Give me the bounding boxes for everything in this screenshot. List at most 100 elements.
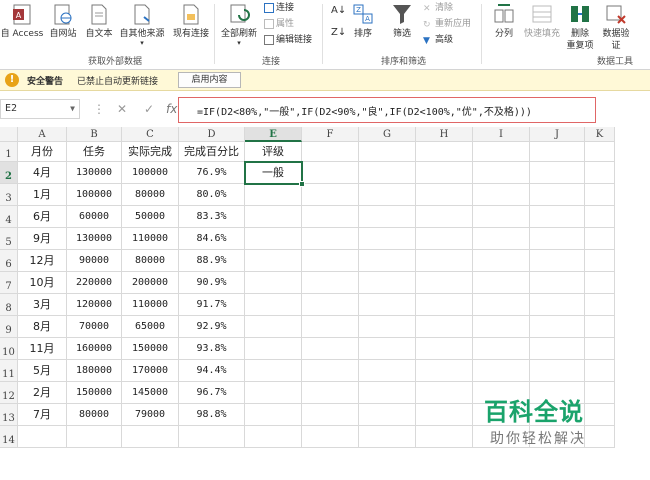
empty-cell[interactable] (359, 404, 416, 426)
row-header-3[interactable]: 3 (0, 184, 18, 206)
empty-cell[interactable] (359, 228, 416, 250)
column-header-d[interactable]: D (179, 127, 245, 142)
column-header-e[interactable]: E (245, 127, 302, 142)
empty-cell[interactable] (585, 294, 615, 316)
data-cell[interactable]: 80000 (67, 404, 122, 426)
header-cell[interactable]: 任务 (67, 142, 122, 162)
clear-button[interactable]: ✕ 清除 (423, 2, 453, 15)
column-header-i[interactable]: I (473, 127, 530, 142)
data-cell[interactable]: 150000 (67, 382, 122, 404)
data-cell[interactable]: 11月 (18, 338, 67, 360)
empty-cell[interactable] (585, 338, 615, 360)
column-header-k[interactable]: K (585, 127, 615, 142)
empty-cell[interactable] (473, 360, 530, 382)
empty-cell[interactable] (585, 426, 615, 448)
data-cell[interactable]: 110000 (122, 294, 179, 316)
data-cell[interactable] (245, 184, 302, 206)
data-cell[interactable]: 一般 (245, 162, 302, 184)
empty-cell[interactable] (530, 142, 585, 162)
column-header-b[interactable]: B (67, 127, 122, 142)
data-cell[interactable]: 80000 (122, 184, 179, 206)
text-to-columns-button[interactable]: 分列 (487, 2, 521, 40)
empty-cell[interactable] (585, 184, 615, 206)
empty-cell[interactable] (530, 360, 585, 382)
empty-cell[interactable] (473, 142, 530, 162)
refresh-all-button[interactable]: 全部刷新 ▾ (217, 2, 261, 47)
column-header-h[interactable]: H (416, 127, 473, 142)
column-header-g[interactable]: G (359, 127, 416, 142)
empty-cell[interactable] (416, 162, 473, 184)
data-cell[interactable]: 84.6% (179, 228, 245, 250)
data-cell[interactable]: 80000 (122, 250, 179, 272)
empty-cell[interactable] (302, 162, 359, 184)
empty-cell[interactable] (359, 162, 416, 184)
empty-cell[interactable] (18, 426, 67, 448)
empty-cell[interactable] (416, 272, 473, 294)
empty-cell[interactable] (245, 426, 302, 448)
empty-cell[interactable] (585, 142, 615, 162)
data-cell[interactable]: 4月 (18, 162, 67, 184)
data-cell[interactable]: 1月 (18, 184, 67, 206)
empty-cell[interactable] (359, 382, 416, 404)
column-header-a[interactable]: A (18, 127, 67, 142)
empty-cell[interactable] (302, 382, 359, 404)
data-cell[interactable]: 150000 (122, 338, 179, 360)
data-cell[interactable] (245, 316, 302, 338)
select-all-corner[interactable] (0, 127, 18, 142)
row-header-2[interactable]: 2 (0, 162, 18, 184)
data-cell[interactable]: 120000 (67, 294, 122, 316)
data-cell[interactable]: 200000 (122, 272, 179, 294)
edit-links-button[interactable]: 编辑链接 (264, 34, 312, 47)
data-cell[interactable]: 9月 (18, 228, 67, 250)
data-cell[interactable]: 130000 (67, 228, 122, 250)
empty-cell[interactable] (359, 206, 416, 228)
cancel-icon[interactable]: ✕ (117, 102, 127, 116)
empty-cell[interactable] (585, 228, 615, 250)
data-cell[interactable]: 12月 (18, 250, 67, 272)
data-cell[interactable]: 220000 (67, 272, 122, 294)
empty-cell[interactable] (302, 206, 359, 228)
empty-cell[interactable] (416, 426, 473, 448)
data-cell[interactable]: 76.9% (179, 162, 245, 184)
filter-button[interactable]: 筛选 (386, 2, 418, 40)
empty-cell[interactable] (416, 184, 473, 206)
empty-cell[interactable] (359, 250, 416, 272)
row-header-1[interactable]: 1 (0, 142, 18, 162)
data-cell[interactable]: 60000 (67, 206, 122, 228)
header-cell[interactable]: 月份 (18, 142, 67, 162)
empty-cell[interactable] (359, 184, 416, 206)
empty-cell[interactable] (416, 228, 473, 250)
data-cell[interactable] (245, 272, 302, 294)
row-header-12[interactable]: 12 (0, 382, 18, 404)
chevron-down-icon[interactable]: ▼ (70, 100, 75, 118)
data-cell[interactable]: 6月 (18, 206, 67, 228)
empty-cell[interactable] (530, 294, 585, 316)
data-cell[interactable]: 3月 (18, 294, 67, 316)
empty-cell[interactable] (359, 426, 416, 448)
header-cell[interactable]: 完成百分比 (179, 142, 245, 162)
insert-function-icon[interactable]: fx (166, 102, 177, 116)
empty-cell[interactable] (302, 142, 359, 162)
empty-cell[interactable] (302, 338, 359, 360)
data-cell[interactable]: 88.9% (179, 250, 245, 272)
data-cell[interactable]: 50000 (122, 206, 179, 228)
empty-cell[interactable] (473, 162, 530, 184)
empty-cell[interactable] (473, 206, 530, 228)
data-cell[interactable] (245, 228, 302, 250)
from-web-button[interactable]: 自网站 (46, 2, 80, 40)
empty-cell[interactable] (530, 316, 585, 338)
remove-duplicates-button[interactable]: 删除 重复项 (563, 2, 597, 52)
data-cell[interactable]: 8月 (18, 316, 67, 338)
data-cell[interactable]: 160000 (67, 338, 122, 360)
data-cell[interactable] (245, 382, 302, 404)
reapply-button[interactable]: ↻ 重新应用 (423, 18, 471, 31)
empty-cell[interactable] (530, 228, 585, 250)
data-cell[interactable]: 100000 (67, 184, 122, 206)
row-header-13[interactable]: 13 (0, 404, 18, 426)
empty-cell[interactable] (530, 250, 585, 272)
column-header-f[interactable]: F (302, 127, 359, 142)
empty-cell[interactable] (179, 426, 245, 448)
row-header-7[interactable]: 7 (0, 272, 18, 294)
empty-cell[interactable] (585, 404, 615, 426)
empty-cell[interactable] (302, 228, 359, 250)
